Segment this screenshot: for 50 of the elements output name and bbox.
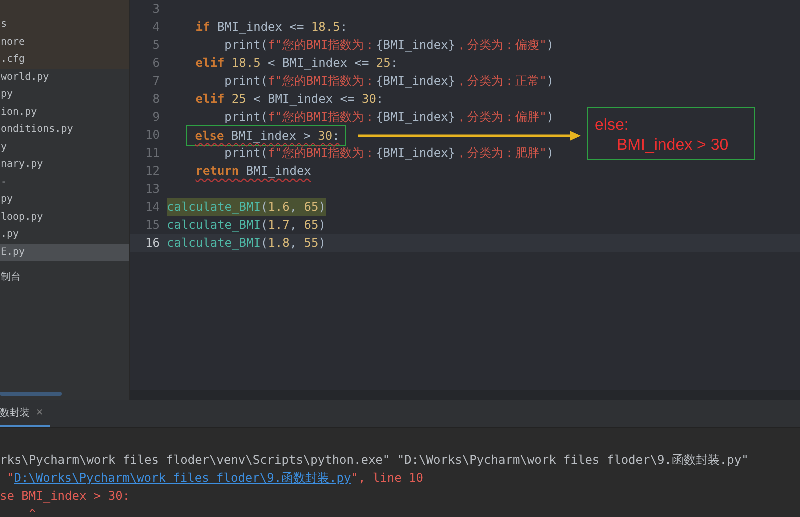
line-number: 16	[144, 235, 161, 252]
line-number: 8	[152, 91, 161, 108]
line-number: 6	[152, 55, 161, 72]
close-icon[interactable]: ×	[36, 408, 44, 418]
code-line: else BMI_index > 30:	[195, 128, 340, 144]
line-number: 12	[144, 163, 161, 180]
console-line: ^	[28, 506, 38, 517]
code-line: print(f"您的BMI指数为：{BMI_index}，分类为：正常")	[224, 73, 554, 90]
line-number: 4	[152, 19, 161, 36]
line-number: 13	[144, 181, 161, 198]
console-line: rks\Pycharm\work files floder\venv\Scripts\python.exe" "D:\Works\Pycharm\work files floder\9.函数封装.py"	[0, 452, 750, 469]
line-number: 15	[144, 217, 161, 234]
file-link[interactable]: D:\Works\Pycharm\work files floder\9.函数封装.py	[14, 471, 352, 485]
run-tab[interactable]: 数封装 ×	[0, 400, 50, 427]
file-item[interactable]: E.py	[0, 244, 129, 261]
file-item[interactable]: nary.py	[0, 156, 129, 174]
scrollbar[interactable]	[0, 392, 62, 396]
code-line: if BMI_index <= 18.5:	[196, 19, 348, 36]
file-item[interactable]: .py	[0, 226, 129, 244]
annotation-note: else: BMI_index > 30	[587, 107, 755, 160]
code-line: elif 25 < BMI_index <= 30:	[196, 91, 384, 108]
line-number: 3	[152, 1, 161, 18]
console-line: "D:\Works\Pycharm\work files floder\9.函数封装.py", line 10	[6, 470, 424, 487]
file-item[interactable]: -	[0, 174, 129, 191]
file-item[interactable]: nore	[0, 34, 129, 51]
line-number: 7	[152, 73, 161, 90]
code-line: calculate_BMI(1.8, 55)	[167, 235, 326, 252]
tool-window-item[interactable]: 制台	[0, 269, 129, 286]
line-number: 14	[144, 199, 161, 216]
code-line: print(f"您的BMI指数为：{BMI_index}，分类为：偏瘦")	[224, 37, 554, 54]
file-item[interactable]: y	[0, 138, 129, 156]
file-item[interactable]: s	[0, 16, 129, 34]
code-line: elif 18.5 < BMI_index <= 25:	[196, 55, 398, 72]
file-item[interactable]: onditions.py	[0, 121, 129, 138]
file-item[interactable]: ion.py	[0, 104, 129, 121]
code-line: print(f"您的BMI指数为：{BMI_index}，分类为：肥胖")	[224, 145, 554, 162]
file-item[interactable]: world.py	[0, 68, 129, 86]
arrow-icon	[358, 130, 582, 142]
file-item[interactable]: py	[0, 191, 129, 208]
line-number: 9	[152, 109, 161, 126]
line-number: 11	[144, 145, 161, 162]
console-line: se BMI_index > 30:	[0, 488, 132, 505]
line-number: 5	[152, 37, 161, 54]
code-line: print(f"您的BMI指数为：{BMI_index}，分类为：偏胖")	[224, 109, 554, 126]
file-item[interactable]: loop.py	[0, 208, 129, 226]
line-number: 10	[144, 127, 161, 144]
file-item[interactable]: py	[0, 86, 129, 104]
file-item[interactable]: .cfg	[0, 51, 129, 68]
code-line: calculate_BMI(1.7, 65)	[167, 217, 326, 234]
code-line: return BMI_index	[196, 163, 312, 180]
